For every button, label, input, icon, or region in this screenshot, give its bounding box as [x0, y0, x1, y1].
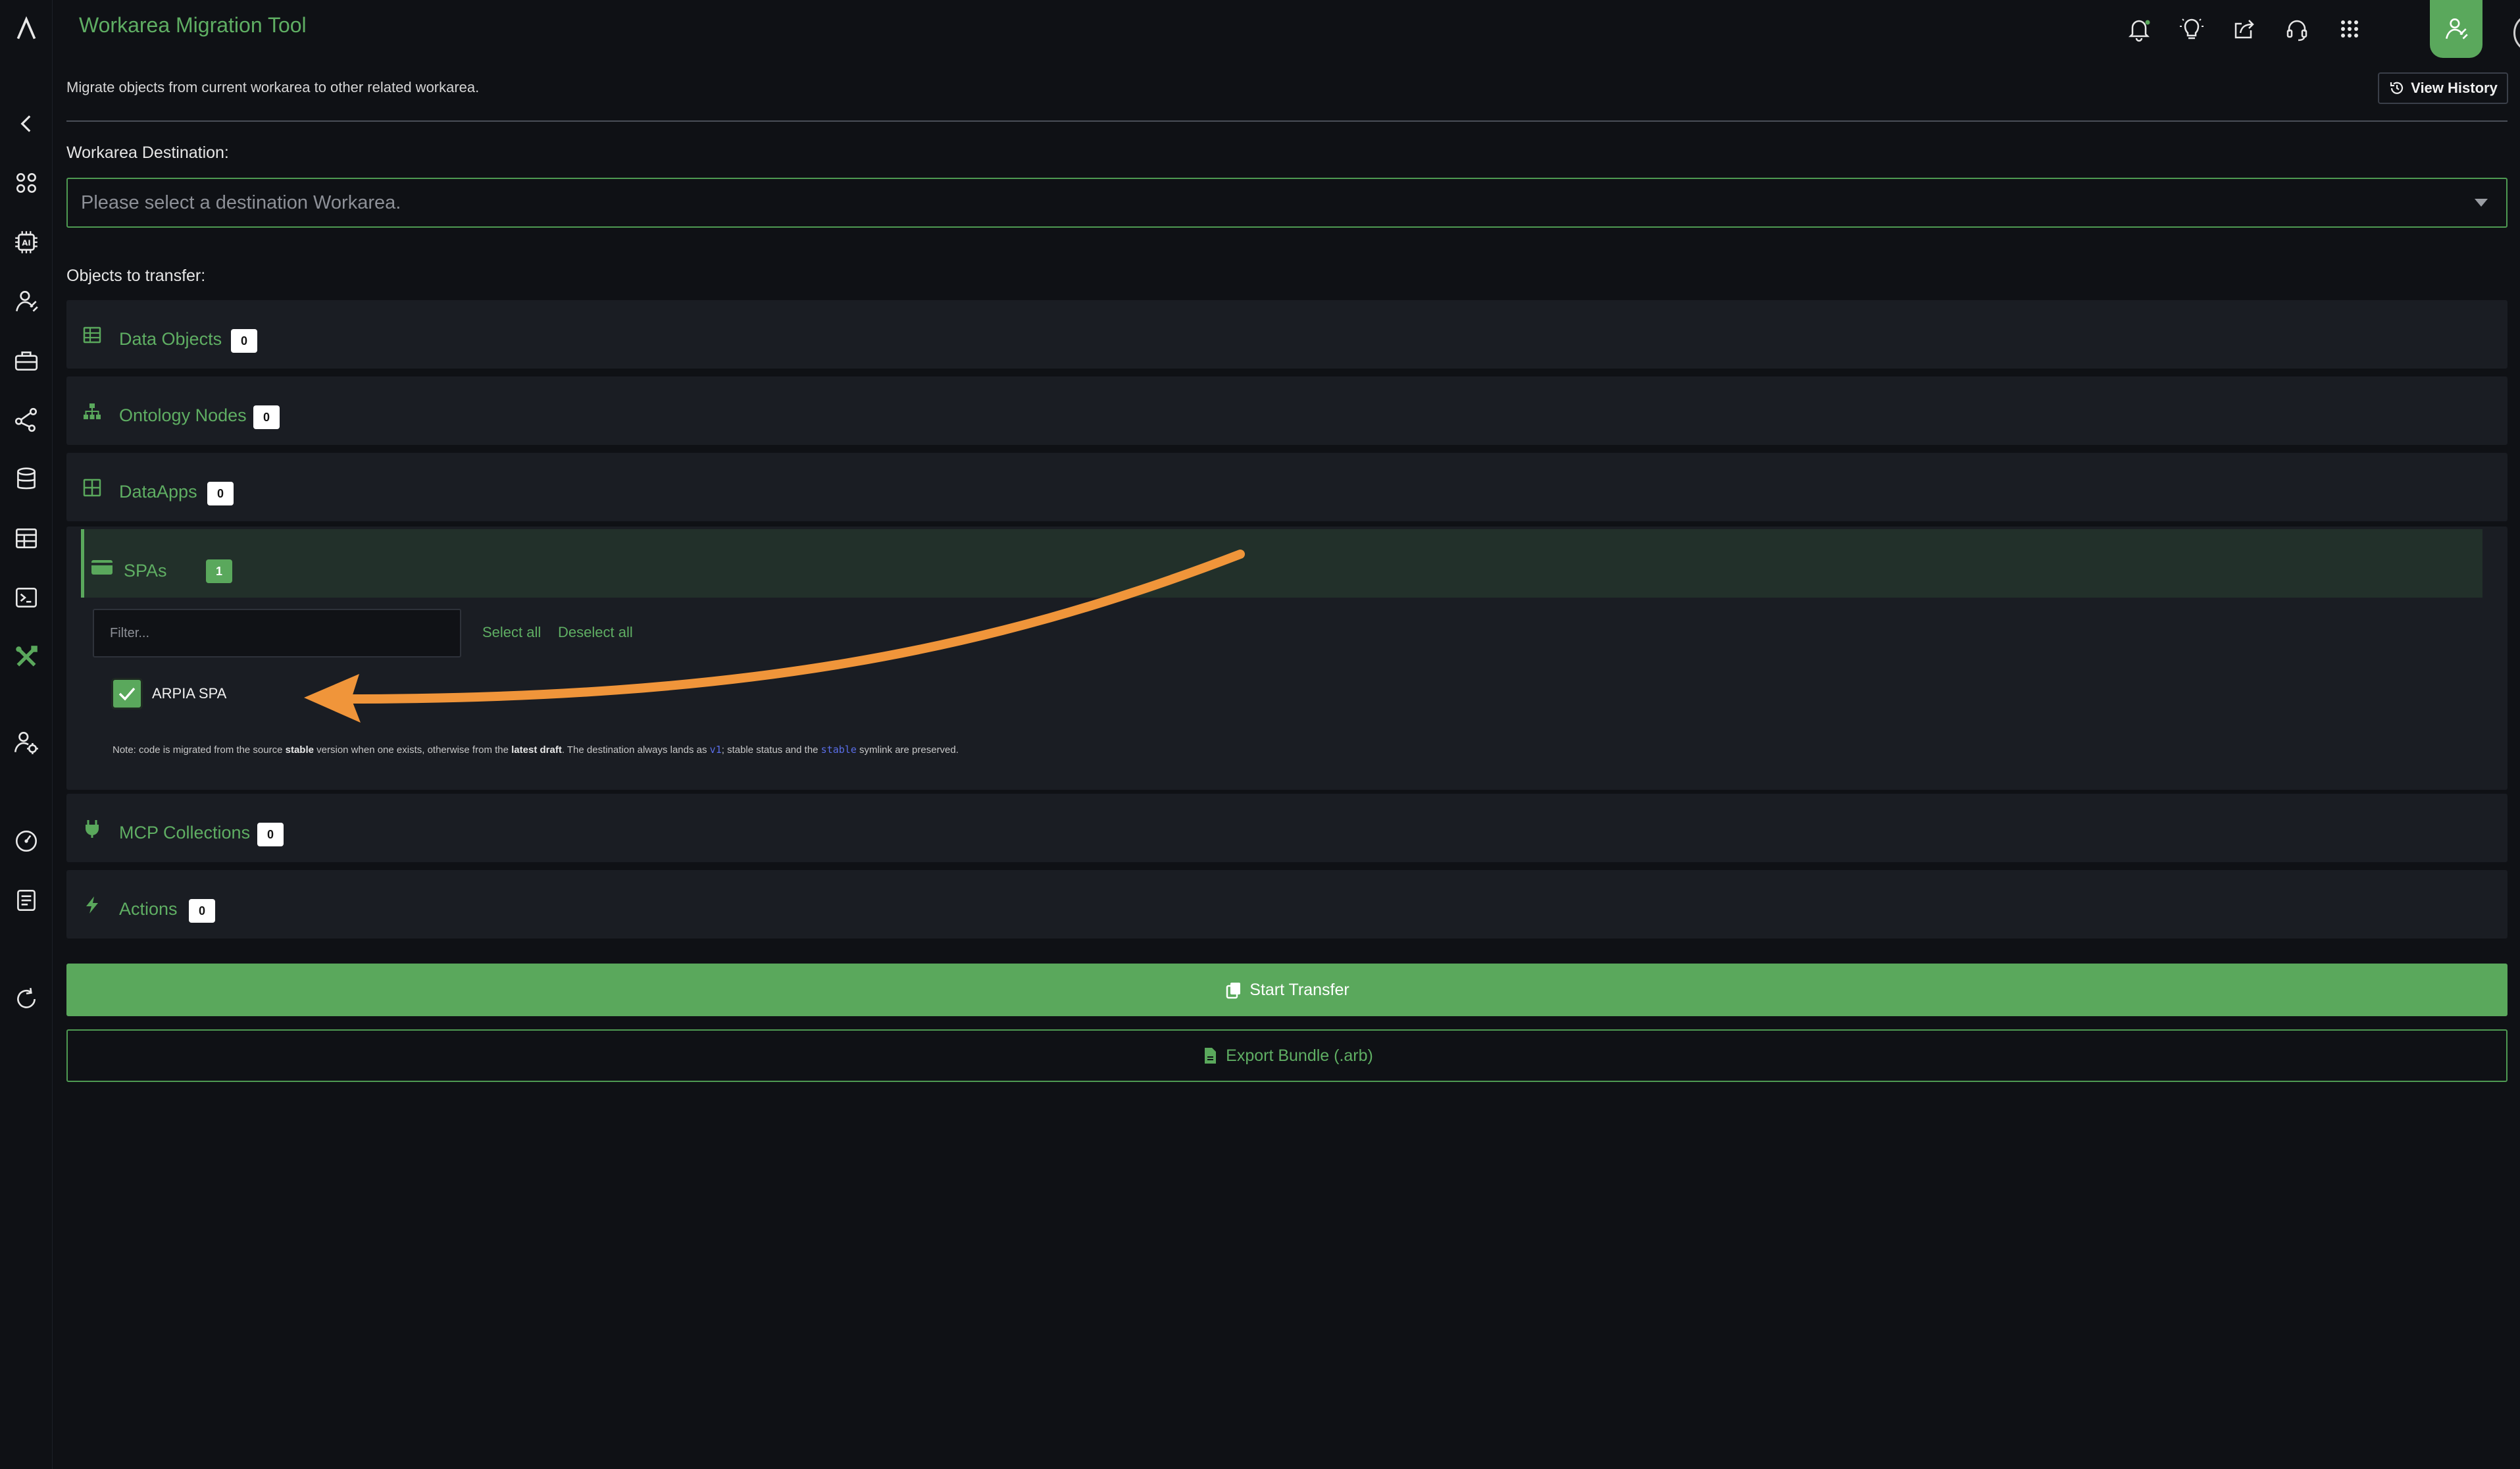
- section-title: DataApps: [119, 482, 197, 502]
- note-code: stable: [820, 744, 857, 756]
- destination-label: Workarea Destination:: [66, 143, 229, 162]
- app-grid-icon[interactable]: [2334, 13, 2365, 45]
- logo-icon[interactable]: [12, 14, 41, 43]
- terminal-icon[interactable]: [12, 583, 41, 612]
- section-mcp-collections[interactable]: MCP Collections 0: [66, 794, 2507, 862]
- caret-down-icon: [2475, 199, 2488, 207]
- section-title: Ontology Nodes: [119, 405, 247, 425]
- bolt-icon: [86, 896, 98, 914]
- start-transfer-button[interactable]: Start Transfer: [66, 964, 2507, 1016]
- dashboard-icon[interactable]: [12, 827, 41, 856]
- document-icon[interactable]: [12, 886, 41, 915]
- back-icon[interactable]: [12, 109, 41, 138]
- share-nodes-icon[interactable]: [12, 405, 41, 434]
- user-network-icon: [2446, 18, 2468, 39]
- user-workspace-tab[interactable]: [2430, 0, 2482, 58]
- note-bold: stable: [285, 744, 314, 756]
- section-spas[interactable]: SPAs 1: [81, 529, 2482, 598]
- section-title: MCP Collections: [119, 823, 251, 842]
- view-history-label: View History: [2411, 80, 2498, 96]
- headset-icon[interactable]: [2281, 13, 2313, 45]
- count-badge: 0: [253, 405, 280, 429]
- spa-item-label: ARPIA SPA: [152, 685, 227, 702]
- note-text: . The destination always lands as: [561, 744, 710, 756]
- user-network-icon[interactable]: [12, 287, 41, 316]
- count-badge: 0: [231, 329, 257, 353]
- file-export-icon: [1205, 1048, 1217, 1064]
- page-title: Workarea Migration Tool: [79, 13, 307, 37]
- header-divider: [66, 120, 2507, 122]
- start-transfer-label: Start Transfer: [1249, 980, 1349, 999]
- section-ontology-nodes[interactable]: Ontology Nodes 0: [66, 376, 2507, 445]
- app-root: AI Workarea Migration Tool Migrate objec…: [0, 0, 2520, 1469]
- avatar[interactable]: [2513, 13, 2520, 53]
- section-dataapps[interactable]: DataApps 0: [66, 453, 2507, 521]
- plug-icon: [86, 820, 99, 838]
- database-icon[interactable]: [12, 465, 41, 494]
- count-badge: 1: [206, 559, 232, 583]
- apps-icon[interactable]: [12, 168, 41, 197]
- count-badge: 0: [207, 482, 234, 505]
- spa-item-row[interactable]: ARPIA SPA: [111, 678, 226, 709]
- copy-icon: [1226, 983, 1241, 999]
- grid-icon: [83, 478, 101, 497]
- page-subtitle: Migrate objects from current workarea to…: [66, 79, 480, 95]
- section-data-objects[interactable]: Data Objects 0: [66, 300, 2507, 369]
- refresh-icon[interactable]: [12, 985, 41, 1014]
- destination-select[interactable]: Please select a destination Workarea.: [66, 178, 2507, 228]
- spa-checkbox[interactable]: [111, 678, 143, 709]
- toolbox-icon[interactable]: [12, 346, 41, 375]
- note-text: symlink are preserved.: [856, 744, 959, 756]
- deselect-all-link[interactable]: Deselect all: [558, 624, 633, 641]
- ai-chip-icon[interactable]: AI: [12, 228, 41, 257]
- lightbulb-icon[interactable]: [2176, 13, 2207, 45]
- checkmark-icon: [118, 687, 136, 701]
- count-badge: 0: [257, 823, 284, 846]
- sidebar: AI: [0, 0, 53, 1469]
- note-code: v1: [709, 744, 722, 756]
- card-icon: [91, 560, 113, 575]
- migration-note: Note: code is migrated from the source s…: [113, 744, 959, 756]
- share-icon[interactable]: [2229, 13, 2260, 45]
- destination-placeholder: Please select a destination Workarea.: [81, 192, 401, 213]
- user-settings-icon[interactable]: [12, 728, 41, 757]
- section-title: SPAs: [124, 561, 167, 580]
- select-all-link[interactable]: Select all: [482, 624, 541, 641]
- spa-filter-input[interactable]: [93, 609, 461, 657]
- table-icon: [83, 326, 101, 344]
- header: Workarea Migration Tool: [53, 0, 2520, 58]
- svg-text:AI: AI: [22, 238, 30, 247]
- spa-panel: SPAs 1 Select all Deselect all ARPIA SPA…: [66, 527, 2507, 790]
- objects-label: Objects to transfer:: [66, 267, 206, 285]
- tools-icon[interactable]: [12, 642, 41, 671]
- view-history-button[interactable]: View History: [2378, 72, 2508, 104]
- notification-bell-icon[interactable]: [2123, 13, 2155, 45]
- section-title: Actions: [119, 899, 178, 919]
- export-bundle-label: Export Bundle (.arb): [1226, 1046, 1373, 1065]
- section-title: Data Objects: [119, 329, 222, 349]
- history-icon: [2390, 82, 2404, 94]
- section-actions[interactable]: Actions 0: [66, 870, 2507, 939]
- note-text: Note: code is migrated from the source: [113, 744, 286, 756]
- export-bundle-button[interactable]: Export Bundle (.arb): [66, 1029, 2507, 1082]
- hierarchy-icon: [84, 403, 101, 419]
- note-text: version when one exists, otherwise from …: [313, 744, 512, 756]
- note-bold: latest draft: [511, 744, 562, 756]
- table-icon[interactable]: [12, 524, 41, 553]
- note-text: ; stable status and the: [721, 744, 821, 756]
- count-badge: 0: [189, 899, 215, 923]
